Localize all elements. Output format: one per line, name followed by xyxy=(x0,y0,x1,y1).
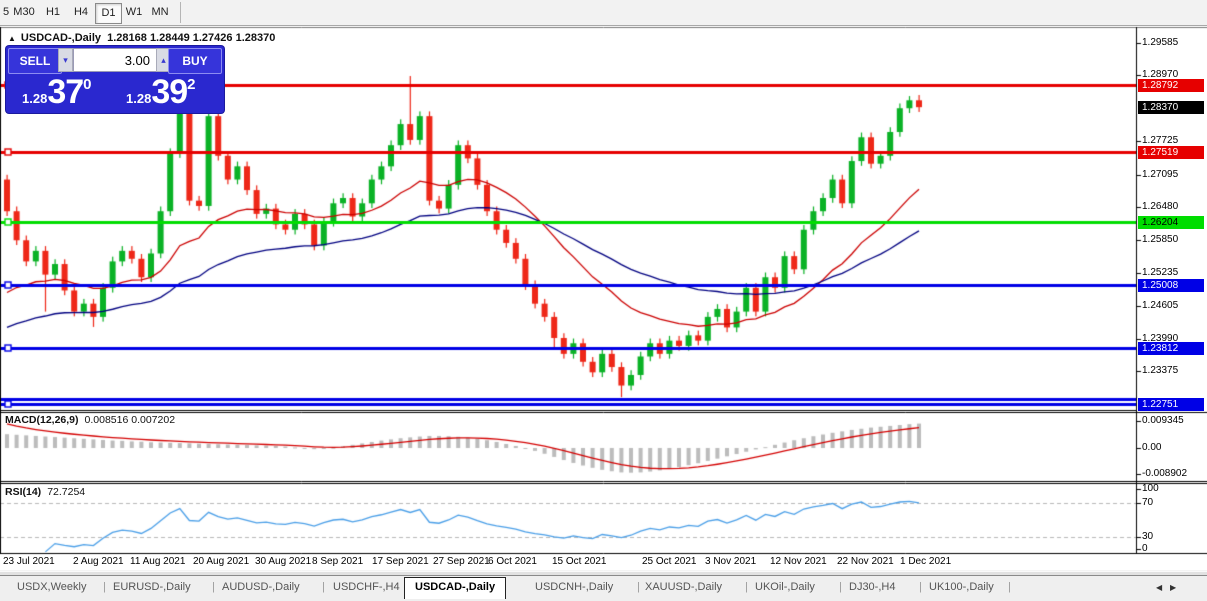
mt4-window: 5 M30 H1 H4 D1 W1 MN ▲ USDCAD-,Daily 1.28168 1.… xyxy=(0,0,1207,601)
price-axis-tick: 1.23375 xyxy=(1142,365,1179,376)
timeframe-button-h1[interactable]: H1 xyxy=(44,3,62,22)
macd-axis-tick: 0.009345 xyxy=(1142,415,1184,426)
timeframe-button-h4[interactable]: H4 xyxy=(72,3,90,22)
tab-separator: | xyxy=(745,581,748,593)
sell-price-prefix: 1.28 xyxy=(22,91,48,106)
rsi-name: RSI(14) xyxy=(5,486,42,498)
chart-tab-dj30-h4[interactable]: DJ30-,H4 xyxy=(849,581,895,593)
chart-tab-eurusd-daily[interactable]: EURUSD-,Daily xyxy=(113,581,191,593)
tab-separator: | xyxy=(322,581,325,593)
timeframe-button-5[interactable]: 5 xyxy=(1,3,11,22)
chevron-up-icon: ▴ xyxy=(161,55,166,65)
volume-input[interactable] xyxy=(73,48,157,72)
sell-button[interactable]: SELL xyxy=(8,48,62,74)
date-axis-label: 8 Sep 2021 xyxy=(312,556,364,567)
chart-tab-bar: | | | | | | | | USDX,Weekly EURUSD-,Daily AUDUSD-,… xyxy=(0,575,1207,601)
chart-tab-usdchf-h4[interactable]: USDCHF-,H4 xyxy=(333,581,400,593)
macd-values: 0.008516 0.007202 xyxy=(84,414,176,426)
tab-separator: | xyxy=(1008,581,1011,593)
macd-axis-tick: -0.008902 xyxy=(1142,468,1188,479)
chart-tab-audusd-daily[interactable]: AUDUSD-,Daily xyxy=(222,581,300,593)
buy-price-pipette: 2 xyxy=(187,76,196,93)
tabs-scroll-left-icon[interactable]: ◀ xyxy=(1156,583,1162,592)
macd-indicator-label: MACD(12,26,9) 0.008516 0.007202 xyxy=(5,414,175,426)
price-axis-tick: 1.29585 xyxy=(1142,37,1179,48)
chart-tab-xauusd-daily[interactable]: XAUUSD-,Daily xyxy=(645,581,722,593)
rsi-indicator-label: RSI(14) 72.7254 xyxy=(5,486,85,498)
date-axis-label: 17 Sep 2021 xyxy=(372,556,429,567)
timeframe-button-w1[interactable]: W1 xyxy=(124,3,144,22)
sell-price[interactable]: 1.28370 xyxy=(22,73,91,111)
date-axis-label: 30 Aug 2021 xyxy=(255,556,312,567)
chart-symbol-label: USDCAD-,Daily xyxy=(20,32,101,44)
tab-separator: | xyxy=(637,581,640,593)
date-axis-label: 27 Sep 2021 xyxy=(433,556,490,567)
date-axis-label: 15 Oct 2021 xyxy=(552,556,607,567)
timeframe-toolbar: 5 M30 H1 H4 D1 W1 MN xyxy=(0,0,1207,26)
chart-title: ▲ USDCAD-,Daily 1.28168 1.28449 1.27426 1… xyxy=(8,32,275,44)
tab-separator: | xyxy=(103,581,106,593)
macd-name: MACD(12,26,9) xyxy=(5,414,79,426)
toolbar-separator xyxy=(180,2,181,23)
price-axis-tick: 1.25235 xyxy=(1142,267,1179,278)
rsi-axis-tick: 100 xyxy=(1142,483,1159,494)
buy-price[interactable]: 1.28392 xyxy=(126,73,195,111)
chart-tab-uk100-daily[interactable]: UK100-,Daily xyxy=(929,581,994,593)
chart-tab-usdx-weekly[interactable]: USDX,Weekly xyxy=(17,581,86,593)
buy-price-main: 39 xyxy=(151,73,188,111)
date-axis-label: 3 Nov 2021 xyxy=(705,556,757,567)
chevron-down-icon: ▾ xyxy=(63,55,68,65)
price-axis-level-label: 1.26204 xyxy=(1138,216,1204,229)
price-axis-level-label: 1.22751 xyxy=(1138,398,1204,411)
sell-price-pipette: 0 xyxy=(83,76,92,93)
chart-ohlc-values: 1.28168 1.28449 1.27426 1.28370 xyxy=(107,32,276,44)
date-axis-label: 2 Aug 2021 xyxy=(73,556,124,567)
tab-separator: | xyxy=(212,581,215,593)
collapse-icon[interactable]: ▲ xyxy=(8,34,16,43)
buy-button[interactable]: BUY xyxy=(168,48,222,74)
date-axis-label: 25 Oct 2021 xyxy=(642,556,697,567)
timeframe-button-d1[interactable]: D1 xyxy=(95,3,122,24)
rsi-axis-tick: 0 xyxy=(1142,543,1148,554)
rsi-value: 72.7254 xyxy=(47,486,86,498)
date-axis-label: 11 Aug 2021 xyxy=(130,556,186,567)
price-axis-level-label: 1.27519 xyxy=(1138,146,1204,159)
rsi-axis-tick: 70 xyxy=(1142,497,1154,508)
price-axis-tick: 1.24605 xyxy=(1142,300,1179,311)
chart-tab-usdcnh-daily[interactable]: USDCNH-,Daily xyxy=(535,581,613,593)
buy-price-prefix: 1.28 xyxy=(126,91,152,106)
price-axis-level-label: 1.23812 xyxy=(1138,342,1204,355)
date-axis-label: 20 Aug 2021 xyxy=(193,556,250,567)
price-axis-tick: 1.27095 xyxy=(1142,169,1179,180)
chart-area: ▲ USDCAD-,Daily 1.28168 1.28449 1.27426 1… xyxy=(0,26,1207,575)
date-axis-label: 6 Oct 2021 xyxy=(488,556,537,567)
rsi-axis-tick: 30 xyxy=(1142,531,1154,542)
price-axis-level-label: 1.28370 xyxy=(1138,101,1204,114)
macd-axis-tick: 0.00 xyxy=(1142,442,1162,453)
price-axis-tick: 1.26480 xyxy=(1142,201,1179,212)
tabs-scroll-right-icon[interactable]: ▶ xyxy=(1170,583,1176,592)
price-axis-tick: 1.25850 xyxy=(1142,234,1179,245)
timeframe-button-m30[interactable]: M30 xyxy=(12,3,36,22)
timeframe-button-mn[interactable]: MN xyxy=(149,3,171,22)
price-axis-level-label: 1.25008 xyxy=(1138,279,1204,292)
date-axis-label: 23 Jul 2021 xyxy=(3,556,55,567)
price-axis-level-label: 1.28792 xyxy=(1138,79,1204,92)
date-axis-label: 22 Nov 2021 xyxy=(837,556,894,567)
tab-separator: | xyxy=(839,581,842,593)
date-axis-label: 12 Nov 2021 xyxy=(770,556,827,567)
date-axis-label: 1 Dec 2021 xyxy=(900,556,952,567)
one-click-trade-panel: SELL ▾ ▴ BUY 1.28370 1.28392 xyxy=(6,46,224,113)
volume-decrease-button[interactable]: ▾ xyxy=(58,48,73,72)
price-axis-tick: 1.27725 xyxy=(1142,135,1179,146)
chart-tab-usdcad-daily[interactable]: USDCAD-,Daily xyxy=(404,577,507,599)
chart-tab-ukoil-daily[interactable]: UKOil-,Daily xyxy=(755,581,815,593)
sell-price-main: 37 xyxy=(47,73,84,111)
tab-separator: | xyxy=(919,581,922,593)
